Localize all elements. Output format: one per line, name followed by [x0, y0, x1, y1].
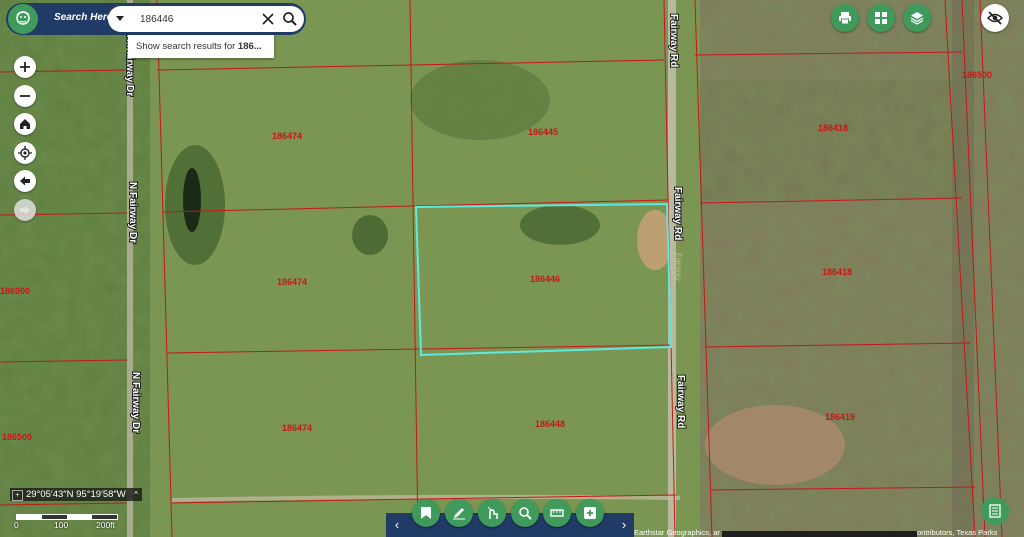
parcel-label: 186445	[528, 127, 558, 137]
home-button[interactable]	[14, 113, 36, 135]
close-icon[interactable]	[260, 11, 276, 27]
draw-icon[interactable]	[445, 499, 473, 527]
parcel-label: 186474	[277, 277, 307, 287]
parcel-label: 186500	[962, 70, 992, 80]
parcel-label: 186474	[282, 423, 312, 433]
locate-button[interactable]	[14, 142, 36, 164]
scale-label: 0	[14, 520, 19, 530]
road-label: N Fairway Dr	[127, 182, 138, 243]
parcel-label: 186418	[818, 123, 848, 133]
bottom-toolbar: ‹ ›	[386, 499, 634, 537]
zoom-out-button[interactable]	[14, 85, 36, 107]
back-button[interactable]	[14, 170, 36, 192]
measure-icon[interactable]	[478, 499, 506, 527]
scale-label: 100	[54, 520, 69, 530]
forward-button[interactable]	[14, 199, 36, 221]
parcel-label: 186474	[272, 131, 302, 141]
layers-icon[interactable]	[903, 4, 931, 32]
parcel-label: 186448	[535, 419, 565, 429]
chevron-right-icon[interactable]: ›	[617, 517, 631, 533]
scale-bar: 0 100 200ft	[14, 512, 124, 532]
suggestion-term: 186...	[237, 41, 262, 52]
road-label-faint: Fairway	[674, 253, 683, 281]
chevron-up-icon[interactable]: ^	[131, 489, 141, 500]
search-icon[interactable]	[282, 11, 298, 27]
scale-label: 200ft	[96, 520, 115, 530]
list-icon[interactable]	[981, 497, 1009, 525]
parcel-label: 186446	[530, 274, 560, 284]
crosshair-icon[interactable]: +	[12, 490, 23, 501]
zoom-in-button[interactable]	[14, 56, 36, 78]
ruler-icon[interactable]	[543, 499, 571, 527]
coordinate-text: 29°05′43″N 95°19′58″W	[26, 489, 126, 500]
search-area-icon[interactable]	[511, 499, 539, 527]
suggestion-prefix: Show search results for	[136, 41, 238, 52]
road-label: Fairway Rd	[668, 14, 679, 67]
parcel-label: 186505	[2, 432, 32, 442]
eye-off-icon[interactable]	[981, 4, 1009, 32]
search-title: Search Here:	[54, 12, 116, 23]
search-input[interactable]	[140, 10, 250, 28]
face-logo-icon[interactable]	[8, 4, 38, 34]
road-label: Fairway Rd	[675, 375, 686, 428]
add-icon[interactable]	[576, 499, 604, 527]
attribution: Earthstar Geographics, ar	[634, 528, 720, 537]
chevron-down-icon[interactable]	[111, 10, 129, 28]
chevron-left-icon[interactable]: ‹	[390, 517, 404, 533]
search-box	[108, 6, 304, 32]
coordinate-readout: + 29°05′43″N 95°19′58″W ^	[10, 488, 142, 501]
parcel-label: 186418	[822, 267, 852, 277]
bookmark-icon[interactable]	[412, 499, 440, 527]
parcel-label: 186419	[825, 412, 855, 422]
grid-icon[interactable]	[867, 4, 895, 32]
search-suggestion[interactable]: Show search results for 186...	[128, 35, 274, 58]
attribution-end: ontributors, Texas Parks	[917, 528, 998, 537]
attribution-mask	[722, 531, 917, 537]
parcel-label: 186900	[0, 286, 30, 296]
search-bar: Search Here:	[6, 3, 306, 35]
map-canvas[interactable]: 186474 186445 186474 186446 186474 18644…	[0, 0, 1024, 537]
print-icon[interactable]	[831, 4, 859, 32]
road-label: Fairway Rd	[672, 187, 683, 240]
road-label: N Fairway Dr	[130, 372, 141, 433]
